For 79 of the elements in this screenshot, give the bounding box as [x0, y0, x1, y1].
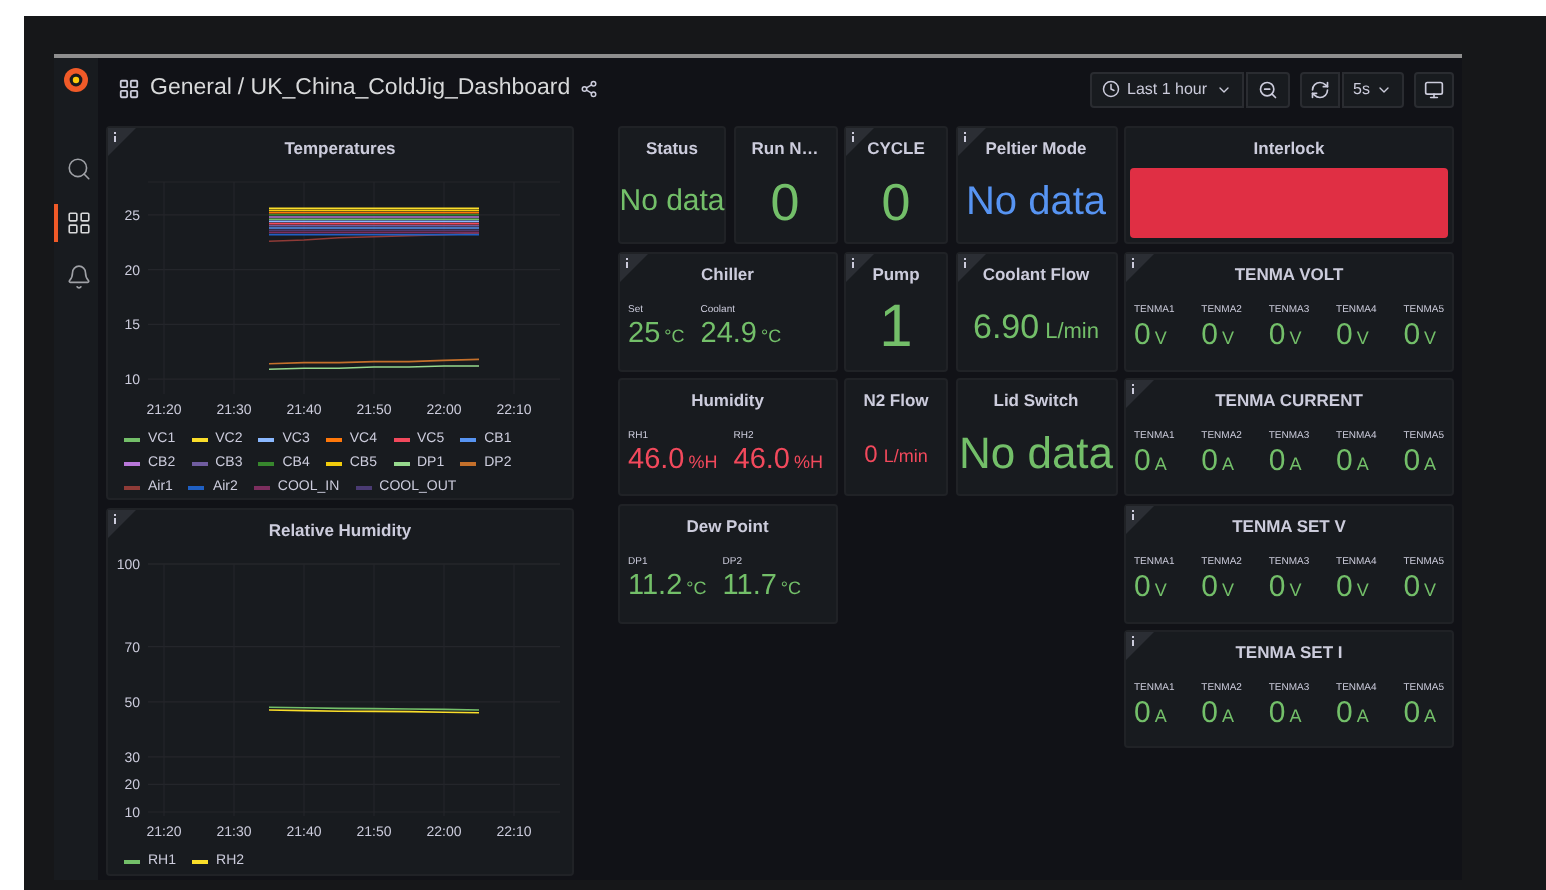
stat-value: 0 V [1403, 571, 1439, 602]
stat-value: 0 A [1268, 445, 1304, 476]
panel-title: Peltier Mode [985, 136, 1087, 162]
refresh-button[interactable] [1299, 71, 1340, 107]
stat-value: 6.90 L/min [973, 310, 1099, 345]
panel-title: Status [646, 136, 698, 162]
panel-title: TENMA VOLT [1234, 261, 1344, 287]
panel-title: TENMA SET V [1232, 513, 1346, 539]
stat-value: 0 A [1336, 697, 1371, 728]
stat-value: 0 V [1268, 319, 1304, 350]
stat-value: 11.2°C [628, 572, 707, 602]
zoom-out-icon [1257, 79, 1278, 99]
stat-value: 0 [770, 175, 800, 228]
info-corner-icon[interactable] [108, 128, 136, 156]
panel-title: Coolant Flow [982, 261, 1090, 287]
stat-value: 0 V [1336, 571, 1371, 602]
info-corner-icon[interactable] [620, 253, 648, 281]
panel-title: Chiller [701, 261, 754, 287]
panel-title: CYCLE [867, 136, 925, 162]
stat-value: 46.0%H [628, 446, 718, 476]
info-corner-icon[interactable] [1126, 253, 1154, 281]
info-corner-icon[interactable] [1126, 505, 1154, 533]
breadcrumb-folder[interactable]: General [150, 71, 232, 107]
info-corner-icon[interactable] [1126, 632, 1154, 660]
grid-icon [118, 78, 140, 100]
stat-value: 1 [879, 297, 913, 358]
stat-value: 0 V [1201, 571, 1237, 602]
stat-value: 0 V [1403, 319, 1439, 350]
chart-title: Temperatures [284, 136, 396, 162]
tv-mode-button[interactable] [1414, 71, 1454, 107]
stat-value: 0 [881, 175, 911, 228]
stat-value: No data [965, 181, 1107, 222]
info-corner-icon[interactable] [957, 253, 985, 281]
stat-value: 0 A [1134, 697, 1169, 728]
panel-title: TENMA SET I [1235, 640, 1343, 666]
panel-title: Interlock [1253, 136, 1325, 162]
stat-value: No data [619, 186, 725, 217]
refresh-icon [1309, 79, 1330, 99]
info-corner-icon[interactable] [846, 253, 874, 281]
stat-value: 0 L/min [864, 441, 928, 466]
stat-value: 0 A [1268, 697, 1304, 728]
grid-icon [65, 210, 91, 236]
stat-value: 25°C [628, 320, 685, 350]
stat-value: 24.9°C [700, 320, 782, 350]
info-corner-icon[interactable] [1126, 380, 1154, 408]
stat-value: 0 A [1336, 445, 1371, 476]
chart-title: Relative Humidity [268, 518, 412, 544]
stat-value: 0 A [1134, 445, 1169, 476]
monitor-icon [1424, 79, 1444, 99]
stat-value: 0 A [1201, 445, 1237, 476]
stat-value: 0 V [1336, 319, 1371, 350]
info-corner-icon[interactable] [957, 128, 985, 156]
stat-value: No data [958, 431, 1114, 476]
stat-value: 0 A [1403, 445, 1439, 476]
dashboard-title: / UK_China_ColdJig_Dashboard [237, 73, 571, 104]
stat-value: 0 A [1201, 697, 1237, 728]
bell-icon [65, 264, 91, 290]
panel-title: TENMA CURRENT [1215, 388, 1363, 414]
stat-value: 0 V [1134, 571, 1169, 602]
stat-value: 0 V [1134, 319, 1169, 350]
share-icon[interactable] [580, 80, 599, 98]
stat-value: 11.7°C [722, 572, 802, 602]
panel-title: Dew Point [686, 513, 769, 539]
stat-value: 46.0%H [733, 446, 823, 476]
panel-title: Pump [872, 261, 920, 287]
panel-title: Run N… [751, 136, 819, 162]
stat-value: 0 V [1268, 571, 1304, 602]
refresh-interval-picker[interactable]: 5s [1341, 71, 1404, 107]
panel-title: Lid Switch [993, 388, 1079, 414]
zoom-out-button[interactable] [1245, 71, 1290, 107]
stat-value: 0 A [1403, 697, 1439, 728]
logo-icon[interactable] [62, 66, 90, 94]
panel-title: N2 Flow [863, 388, 929, 414]
info-corner-icon[interactable] [108, 510, 136, 538]
stat-value: 0 V [1201, 319, 1237, 350]
search-icon [65, 156, 91, 182]
time-range-picker[interactable]: Last 1 hour [1089, 71, 1244, 107]
clock-icon [1101, 80, 1120, 98]
panel-title: Humidity [691, 388, 764, 414]
